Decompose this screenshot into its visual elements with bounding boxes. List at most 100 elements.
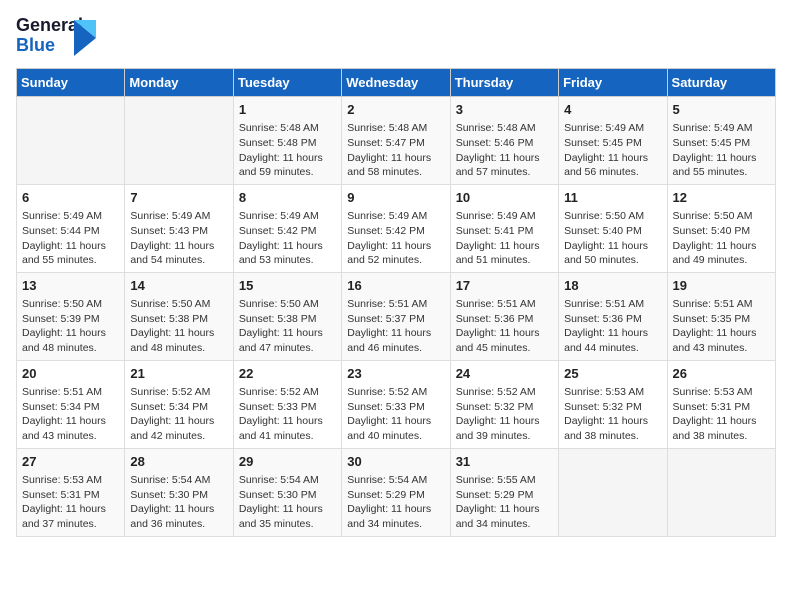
weekday-header-wednesday: Wednesday — [342, 69, 450, 97]
day-number: 3 — [456, 101, 553, 119]
calendar-cell: 10 Sunrise: 5:49 AM Sunset: 5:41 PM Dayli… — [450, 184, 558, 272]
cell-content: Sunrise: 5:49 AM Sunset: 5:45 PM Dayligh… — [564, 121, 661, 180]
calendar-cell: 18Sunrise: 5:51 AM Sunset: 5:36 PM Dayli… — [559, 272, 667, 360]
calendar-cell — [17, 97, 125, 185]
day-number: 4 — [564, 101, 661, 119]
day-number: 5 — [673, 101, 770, 119]
day-number: 1 — [239, 101, 336, 119]
calendar-cell: 20 Sunrise: 5:51 AM Sunset: 5:34 PM Dayli… — [17, 360, 125, 448]
calendar-cell: 21 Sunrise: 5:52 AM Sunset: 5:34 PM Dayli… — [125, 360, 233, 448]
calendar-cell: 7 Sunrise: 5:49 AM Sunset: 5:43 PM Daylig… — [125, 184, 233, 272]
day-number: 24 — [456, 365, 553, 383]
cell-content: Sunrise: 5:51 AM Sunset: 5:34 PM Dayligh… — [22, 385, 119, 444]
day-number: 21 — [130, 365, 227, 383]
calendar-cell: 30Sunrise: 5:54 AM Sunset: 5:29 PM Dayli… — [342, 448, 450, 536]
weekday-header-thursday: Thursday — [450, 69, 558, 97]
day-number: 26 — [673, 365, 770, 383]
calendar-cell: 28Sunrise: 5:54 AM Sunset: 5:30 PM Dayli… — [125, 448, 233, 536]
weekday-header-saturday: Saturday — [667, 69, 775, 97]
calendar-cell: 17Sunrise: 5:51 AM Sunset: 5:36 PM Dayli… — [450, 272, 558, 360]
calendar-cell: 16 Sunrise: 5:51 AM Sunset: 5:37 PM Dayli… — [342, 272, 450, 360]
day-number: 30 — [347, 453, 444, 471]
day-number: 16 — [347, 277, 444, 295]
day-number: 10 — [456, 189, 553, 207]
cell-content: Sunrise: 5:52 AM Sunset: 5:34 PM Dayligh… — [130, 385, 227, 444]
calendar-week-row: 6 Sunrise: 5:49 AM Sunset: 5:44 PM Daylig… — [17, 184, 776, 272]
cell-content: Sunrise: 5:52 AM Sunset: 5:33 PM Dayligh… — [239, 385, 336, 444]
calendar-cell: 31Sunrise: 5:55 AM Sunset: 5:29 PM Dayli… — [450, 448, 558, 536]
cell-content: Sunrise: 5:49 AM Sunset: 5:42 PM Dayligh… — [347, 209, 444, 268]
calendar-cell: 5 Sunrise: 5:49 AM Sunset: 5:45 PM Daylig… — [667, 97, 775, 185]
cell-content: Sunrise: 5:48 AM Sunset: 5:46 PM Dayligh… — [456, 121, 553, 180]
cell-content: Sunrise: 5:54 AM Sunset: 5:30 PM Dayligh… — [239, 473, 336, 532]
calendar-cell: 25 Sunrise: 5:53 AM Sunset: 5:32 PM Dayli… — [559, 360, 667, 448]
calendar-cell: 2 Sunrise: 5:48 AM Sunset: 5:47 PM Daylig… — [342, 97, 450, 185]
cell-content: Sunrise: 5:49 AM Sunset: 5:45 PM Dayligh… — [673, 121, 770, 180]
calendar-week-row: 20 Sunrise: 5:51 AM Sunset: 5:34 PM Dayli… — [17, 360, 776, 448]
calendar-week-row: 27Sunrise: 5:53 AM Sunset: 5:31 PM Dayli… — [17, 448, 776, 536]
day-number: 2 — [347, 101, 444, 119]
calendar-cell — [667, 448, 775, 536]
cell-content: Sunrise: 5:52 AM Sunset: 5:33 PM Dayligh… — [347, 385, 444, 444]
page-header: General Blue — [16, 16, 776, 60]
weekday-header-row: SundayMondayTuesdayWednesdayThursdayFrid… — [17, 69, 776, 97]
calendar-cell: 9Sunrise: 5:49 AM Sunset: 5:42 PM Daylig… — [342, 184, 450, 272]
cell-content: Sunrise: 5:51 AM Sunset: 5:37 PM Dayligh… — [347, 297, 444, 356]
calendar-cell: 15 Sunrise: 5:50 AM Sunset: 5:38 PM Dayli… — [233, 272, 341, 360]
calendar-cell: 29 Sunrise: 5:54 AM Sunset: 5:30 PM Dayli… — [233, 448, 341, 536]
calendar-cell — [125, 97, 233, 185]
calendar-cell: 4 Sunrise: 5:49 AM Sunset: 5:45 PM Daylig… — [559, 97, 667, 185]
cell-content: Sunrise: 5:53 AM Sunset: 5:31 PM Dayligh… — [673, 385, 770, 444]
calendar-cell: 1 Sunrise: 5:48 AM Sunset: 5:48 PM Daylig… — [233, 97, 341, 185]
calendar-cell: 13Sunrise: 5:50 AM Sunset: 5:39 PM Dayli… — [17, 272, 125, 360]
day-number: 20 — [22, 365, 119, 383]
day-number: 25 — [564, 365, 661, 383]
day-number: 12 — [673, 189, 770, 207]
calendar-cell: 14 Sunrise: 5:50 AM Sunset: 5:38 PM Dayli… — [125, 272, 233, 360]
cell-content: Sunrise: 5:49 AM Sunset: 5:44 PM Dayligh… — [22, 209, 119, 268]
calendar-cell: 27Sunrise: 5:53 AM Sunset: 5:31 PM Dayli… — [17, 448, 125, 536]
day-number: 29 — [239, 453, 336, 471]
day-number: 19 — [673, 277, 770, 295]
weekday-header-monday: Monday — [125, 69, 233, 97]
cell-content: Sunrise: 5:49 AM Sunset: 5:43 PM Dayligh… — [130, 209, 227, 268]
cell-content: Sunrise: 5:48 AM Sunset: 5:48 PM Dayligh… — [239, 121, 336, 180]
weekday-header-friday: Friday — [559, 69, 667, 97]
cell-content: Sunrise: 5:53 AM Sunset: 5:32 PM Dayligh… — [564, 385, 661, 444]
day-number: 7 — [130, 189, 227, 207]
cell-content: Sunrise: 5:49 AM Sunset: 5:42 PM Dayligh… — [239, 209, 336, 268]
cell-content: Sunrise: 5:55 AM Sunset: 5:29 PM Dayligh… — [456, 473, 553, 532]
calendar-cell: 24 Sunrise: 5:52 AM Sunset: 5:32 PM Dayli… — [450, 360, 558, 448]
calendar-cell — [559, 448, 667, 536]
day-number: 6 — [22, 189, 119, 207]
day-number: 28 — [130, 453, 227, 471]
cell-content: Sunrise: 5:52 AM Sunset: 5:32 PM Dayligh… — [456, 385, 553, 444]
calendar-cell: 26 Sunrise: 5:53 AM Sunset: 5:31 PM Dayli… — [667, 360, 775, 448]
cell-content: Sunrise: 5:48 AM Sunset: 5:47 PM Dayligh… — [347, 121, 444, 180]
calendar-cell: 8 Sunrise: 5:49 AM Sunset: 5:42 PM Daylig… — [233, 184, 341, 272]
calendar-week-row: 1 Sunrise: 5:48 AM Sunset: 5:48 PM Daylig… — [17, 97, 776, 185]
cell-content: Sunrise: 5:51 AM Sunset: 5:35 PM Dayligh… — [673, 297, 770, 356]
day-number: 8 — [239, 189, 336, 207]
day-number: 23 — [347, 365, 444, 383]
logo: General Blue — [16, 16, 96, 60]
day-number: 14 — [130, 277, 227, 295]
cell-content: Sunrise: 5:50 AM Sunset: 5:38 PM Dayligh… — [239, 297, 336, 356]
cell-content: Sunrise: 5:50 AM Sunset: 5:40 PM Dayligh… — [673, 209, 770, 268]
calendar-cell: 19 Sunrise: 5:51 AM Sunset: 5:35 PM Dayli… — [667, 272, 775, 360]
calendar-cell: 11 Sunrise: 5:50 AM Sunset: 5:40 PM Dayli… — [559, 184, 667, 272]
day-number: 27 — [22, 453, 119, 471]
cell-content: Sunrise: 5:51 AM Sunset: 5:36 PM Dayligh… — [456, 297, 553, 356]
calendar-cell: 3 Sunrise: 5:48 AM Sunset: 5:46 PM Daylig… — [450, 97, 558, 185]
day-number: 11 — [564, 189, 661, 207]
cell-content: Sunrise: 5:50 AM Sunset: 5:38 PM Dayligh… — [130, 297, 227, 356]
calendar-table: SundayMondayTuesdayWednesdayThursdayFrid… — [16, 68, 776, 537]
calendar-cell: 23 Sunrise: 5:52 AM Sunset: 5:33 PM Dayli… — [342, 360, 450, 448]
cell-content: Sunrise: 5:51 AM Sunset: 5:36 PM Dayligh… — [564, 297, 661, 356]
cell-content: Sunrise: 5:50 AM Sunset: 5:40 PM Dayligh… — [564, 209, 661, 268]
weekday-header-sunday: Sunday — [17, 69, 125, 97]
day-number: 15 — [239, 277, 336, 295]
weekday-header-tuesday: Tuesday — [233, 69, 341, 97]
calendar-cell: 12 Sunrise: 5:50 AM Sunset: 5:40 PM Dayli… — [667, 184, 775, 272]
cell-content: Sunrise: 5:49 AM Sunset: 5:41 PM Dayligh… — [456, 209, 553, 268]
